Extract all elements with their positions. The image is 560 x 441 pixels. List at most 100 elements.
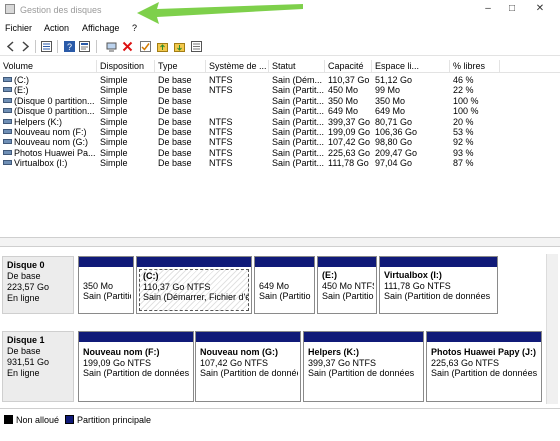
partition-k[interactable]: Helpers (K:) 399,37 Go NTFS Sain (Partit… [303, 331, 424, 402]
table-cell[interactable]: 92 % [450, 137, 500, 148]
volume-name-cell[interactable]: (E:) [0, 85, 97, 96]
pane-splitter[interactable] [0, 237, 560, 247]
table-cell[interactable]: 399,37 Go [325, 117, 372, 128]
volume-name-cell[interactable]: Helpers (K:) [0, 117, 97, 128]
table-cell[interactable]: Simple [97, 137, 155, 148]
table-cell[interactable] [206, 106, 269, 117]
table-cell[interactable]: Simple [97, 85, 155, 96]
partition-e[interactable]: (E:) 450 Mo NTFS Sain (Partitio [317, 256, 377, 314]
table-cell[interactable]: Simple [97, 117, 155, 128]
table-cell[interactable]: Simple [97, 148, 155, 159]
table-cell[interactable]: De base [155, 158, 206, 169]
maximize-button[interactable]: □ [502, 2, 522, 16]
partition-disk0-recovery-350[interactable]: 350 Mo Sain (Partitio [78, 256, 134, 314]
table-cell[interactable]: Simple [97, 75, 155, 86]
volume-name-cell[interactable]: (Disque 0 partition... [0, 96, 97, 107]
list-view-icon[interactable] [191, 41, 202, 52]
table-cell[interactable]: Sain (Partit... [269, 85, 325, 96]
table-cell[interactable]: 107,42 Go [325, 137, 372, 148]
table-cell[interactable]: 106,36 Go [372, 127, 450, 138]
forward-icon[interactable] [20, 41, 31, 52]
partition-i[interactable]: Virtualbox (I:) 111,78 Go NTFS Sain (Par… [379, 256, 498, 314]
table-cell[interactable]: 97,04 Go [372, 158, 450, 169]
properties-icon[interactable] [79, 41, 90, 52]
folder-up-icon[interactable] [157, 41, 168, 52]
column-header-disposition[interactable]: Disposition [97, 60, 155, 73]
table-cell[interactable]: De base [155, 85, 206, 96]
folder-down-icon[interactable] [174, 41, 185, 52]
table-cell[interactable]: 111,78 Go [325, 158, 372, 169]
volume-name-cell[interactable]: Photos Huawei Pa... [0, 148, 97, 159]
volume-name-cell[interactable]: Virtualbox (I:) [0, 158, 97, 169]
partition-j[interactable]: Photos Huawei Papy (J:) 225,63 Go NTFS S… [426, 331, 542, 402]
column-header-type[interactable]: Type [155, 60, 206, 73]
table-cell[interactable]: Sain (Partit... [269, 137, 325, 148]
help-icon[interactable]: ? [64, 41, 75, 52]
table-cell[interactable]: 46 % [450, 75, 500, 86]
menu-help[interactable]: ? [132, 23, 137, 33]
partition-g[interactable]: Nouveau nom (G:) 107,42 Go NTFS Sain (Pa… [195, 331, 301, 402]
check-icon[interactable] [140, 41, 151, 52]
connect-icon[interactable] [106, 41, 117, 52]
delete-icon[interactable] [122, 41, 133, 52]
table-cell[interactable]: NTFS [206, 127, 269, 138]
disk-0-label[interactable]: Disque 0 De base 223,57 Go En ligne [2, 256, 74, 314]
table-cell[interactable]: Sain (Dém... [269, 75, 325, 86]
table-cell[interactable]: Simple [97, 106, 155, 117]
table-cell[interactable]: 225,63 Go [325, 148, 372, 159]
partition-c[interactable]: (C:) 110,37 Go NTFS Sain (Démarrer, Fich… [136, 256, 252, 314]
table-cell[interactable]: NTFS [206, 148, 269, 159]
table-cell[interactable]: NTFS [206, 137, 269, 148]
column-header-percent-free[interactable]: % libres [450, 60, 500, 73]
table-cell[interactable]: 450 Mo [325, 85, 372, 96]
column-header-capacity[interactable]: Capacité [325, 60, 372, 73]
vertical-scrollbar[interactable] [546, 254, 558, 404]
table-cell[interactable]: 93 % [450, 148, 500, 159]
table-cell[interactable]: 100 % [450, 106, 500, 117]
table-cell[interactable]: NTFS [206, 85, 269, 96]
table-cell[interactable]: De base [155, 148, 206, 159]
table-cell[interactable]: 199,09 Go [325, 127, 372, 138]
column-header-status[interactable]: Statut [269, 60, 325, 73]
partition-disk0-recovery-649[interactable]: 649 Mo Sain (Partitio [254, 256, 315, 314]
minimize-button[interactable]: – [478, 2, 498, 16]
table-cell[interactable]: NTFS [206, 117, 269, 128]
table-cell[interactable]: 51,12 Go [372, 75, 450, 86]
table-cell[interactable]: De base [155, 75, 206, 86]
volume-name-cell[interactable]: Nouveau nom (F:) [0, 127, 97, 138]
volume-name-cell[interactable]: (C:) [0, 75, 97, 86]
table-cell[interactable]: 110,37 Go [325, 75, 372, 86]
table-cell[interactable]: Simple [97, 127, 155, 138]
table-cell[interactable]: Sain (Partit... [269, 106, 325, 117]
table-cell[interactable]: Sain (Partit... [269, 117, 325, 128]
table-cell[interactable]: De base [155, 96, 206, 107]
volume-name-cell[interactable]: (Disque 0 partition... [0, 106, 97, 117]
menu-action[interactable]: Action [44, 23, 69, 33]
table-cell[interactable]: 649 Mo [372, 106, 450, 117]
table-cell[interactable]: 350 Mo [325, 96, 372, 107]
table-cell[interactable]: 22 % [450, 85, 500, 96]
close-button[interactable]: ✕ [530, 2, 550, 16]
table-cell[interactable]: 53 % [450, 127, 500, 138]
table-cell[interactable]: 80,71 Go [372, 117, 450, 128]
table-cell[interactable]: De base [155, 117, 206, 128]
disk-1-label[interactable]: Disque 1 De base 931,51 Go En ligne [2, 331, 74, 402]
table-cell[interactable]: 87 % [450, 158, 500, 169]
table-cell[interactable]: De base [155, 137, 206, 148]
table-cell[interactable]: Sain (Partit... [269, 148, 325, 159]
table-cell[interactable]: Sain (Partit... [269, 127, 325, 138]
column-header-filesystem[interactable]: Système de ... [206, 60, 269, 73]
table-cell[interactable]: 98,80 Go [372, 137, 450, 148]
volume-name-cell[interactable]: Nouveau nom (G:) [0, 137, 97, 148]
list-icon[interactable] [41, 41, 52, 52]
table-cell[interactable]: De base [155, 127, 206, 138]
table-cell[interactable]: 209,47 Go [372, 148, 450, 159]
table-cell[interactable]: 350 Mo [372, 96, 450, 107]
column-header-free-space[interactable]: Espace li... [372, 60, 450, 73]
partition-f[interactable]: Nouveau nom (F:) 199,09 Go NTFS Sain (Pa… [78, 331, 194, 402]
table-cell[interactable]: 100 % [450, 96, 500, 107]
column-header-volume[interactable]: Volume [0, 60, 97, 73]
table-cell[interactable]: NTFS [206, 158, 269, 169]
table-cell[interactable]: Sain (Partit... [269, 96, 325, 107]
back-icon[interactable] [5, 41, 16, 52]
